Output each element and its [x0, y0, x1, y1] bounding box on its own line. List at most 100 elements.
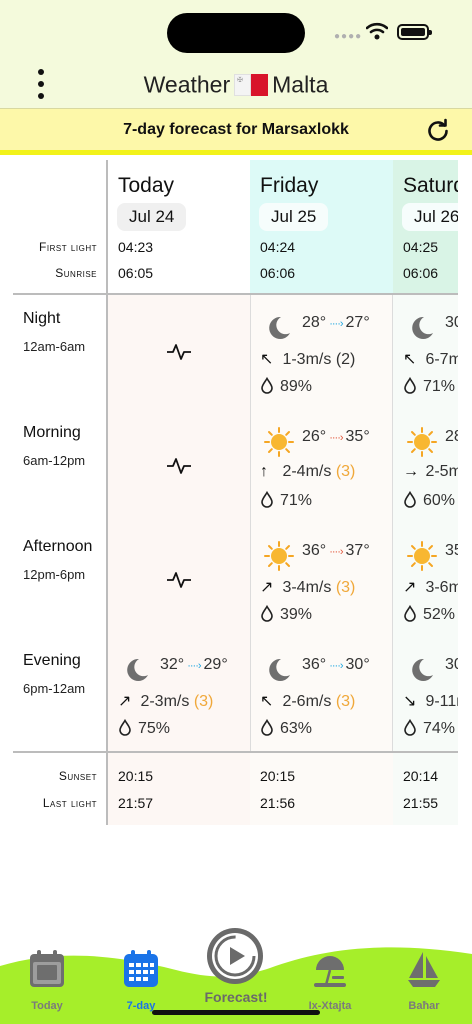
- status-bar: ●●●●: [0, 0, 472, 62]
- wind-speed: ↘ 9-11m: [403, 693, 458, 710]
- wind-gust: (3): [335, 693, 356, 710]
- wind-speed: → 2-5m: [403, 463, 458, 480]
- period-evening-range: 6pm-12am: [23, 681, 86, 696]
- period-afternoon-name: Afternoon: [23, 538, 93, 555]
- forecast-button-label[interactable]: Forecast!: [176, 989, 296, 1005]
- first-light-time: 04:24: [260, 239, 296, 255]
- moon-icon: [412, 658, 433, 681]
- day-header-saturday: Saturd Jul 26 04:25 06:06: [393, 160, 458, 294]
- wifi-icon: [366, 22, 388, 40]
- app-title-right: Malta: [272, 71, 329, 98]
- refresh-icon[interactable]: [424, 117, 452, 145]
- sunset-label: Sunset: [58, 769, 97, 783]
- trend-arrow-icon: ····›: [329, 660, 343, 672]
- day-column-today[interactable]: Today Jul 24 04:23 06:05 32° ····› 29° ↗ 2…: [108, 160, 250, 825]
- day-column-saturday[interactable]: Saturd Jul 26 04:25 06:06 30 ↖ 6-7m 71% …: [393, 160, 458, 825]
- calendar-week-icon: [124, 950, 158, 987]
- last-light-time: 21:57: [118, 795, 154, 811]
- temperature-range: 36° ····› 30°: [302, 656, 370, 673]
- forecast-cell-saturday-morning: 28 → 2-5m 60%: [393, 413, 458, 527]
- activity-icon: [167, 344, 191, 360]
- forecast-cell-friday-evening: 36° ····› 30° ↖ 2-6m/s (3) 63%: [250, 641, 393, 755]
- wind-speed: ↗ 2-3m/s (3): [118, 693, 214, 710]
- sunrise-label: Sunrise: [55, 266, 97, 280]
- wind-speed: ↖ 1-3m/s (2): [260, 351, 356, 368]
- moon-icon: [269, 658, 290, 681]
- rain-chance: 74%: [403, 719, 455, 738]
- drop-icon: [119, 719, 131, 736]
- beach-umbrella-icon: [314, 956, 346, 987]
- day-header-friday: Friday Jul 25 04:24 06:06: [250, 160, 393, 294]
- grid-divider: [392, 294, 393, 752]
- sun-icon: [264, 541, 294, 571]
- tab-bahar[interactable]: Baħar: [384, 950, 464, 1020]
- bottom-tab-bar: Today 7-day Forecast! Ix-Xtajta Baħar: [0, 920, 472, 1024]
- sunrise-time: 06:06: [260, 265, 296, 281]
- play-circle-icon[interactable]: [205, 926, 265, 986]
- wind-direction-icon: ↖: [403, 351, 417, 368]
- forecast-cell-friday-afternoon: 36° ····› 37° ↗ 3-4m/s (3) 39%: [250, 527, 393, 641]
- rain-chance: 39%: [260, 605, 312, 624]
- period-night-name: Night: [23, 310, 61, 327]
- forecast-cell-saturday-night: 30 ↖ 6-7m 71%: [393, 299, 458, 413]
- rain-chance: 71%: [403, 377, 455, 396]
- trend-arrow-icon: ····›: [329, 318, 343, 330]
- first-light-time: 04:23: [118, 239, 154, 255]
- wind-speed: ↖ 6-7m: [403, 351, 458, 368]
- sun-icon: [407, 541, 437, 571]
- sun-icon: [264, 427, 294, 457]
- first-light-time: 04:25: [403, 239, 439, 255]
- battery-icon: [397, 24, 432, 40]
- row-labels-column: First light Sunrise Night 12am-6am Morni…: [0, 160, 107, 825]
- rain-chance: 60%: [403, 491, 455, 510]
- tab-label: Today: [31, 1000, 63, 1012]
- rain-chance: 63%: [260, 719, 312, 738]
- forecast-grid: First light Sunrise Night 12am-6am Morni…: [0, 160, 458, 825]
- forecast-cell-saturday-afternoon: 35 ↗ 3-6m 52%: [393, 527, 458, 641]
- signal-dots-icon: ●●●●: [334, 31, 363, 42]
- rain-chance: 89%: [260, 377, 312, 396]
- rain-chance: 52%: [403, 605, 455, 624]
- period-morning-range: 6am-12pm: [23, 453, 86, 468]
- banner-underline: [0, 150, 472, 155]
- forecast-banner: 7-day forecast for Marsaxlokk: [0, 108, 472, 150]
- forecast-cell-today-evening: 32° ····› 29° ↗ 2-3m/s (3) 75%: [108, 641, 251, 755]
- sailboat-icon: [408, 952, 440, 987]
- drop-icon: [404, 605, 416, 622]
- grid-divider: [13, 751, 458, 753]
- banner-text: 7-day forecast for Marsaxlokk: [123, 121, 349, 138]
- app-header: Weather ✠ Malta: [0, 62, 472, 108]
- wind-direction-icon: ↑: [260, 463, 268, 480]
- wind-direction-icon: ↖: [260, 693, 274, 710]
- sunset-time: 20:15: [118, 768, 154, 784]
- trend-arrow-icon: ····›: [329, 546, 343, 558]
- activity-icon: [167, 572, 191, 588]
- wind-direction-icon: ↘: [403, 693, 417, 710]
- day-name: Today: [118, 174, 175, 197]
- calendar-day-icon: [30, 950, 64, 987]
- drop-icon: [261, 605, 273, 622]
- temperature-range: 26° ····› 35°: [302, 428, 370, 445]
- tab-label: Baħar: [408, 1000, 440, 1012]
- home-indicator: [152, 1010, 320, 1015]
- date-pill: Jul 24: [117, 203, 187, 231]
- trend-arrow-icon: ····›: [329, 432, 343, 444]
- temperature-range: 30: [445, 314, 458, 331]
- date-pill: Jul 26: [402, 203, 458, 231]
- period-evening-name: Evening: [23, 652, 81, 669]
- tab-today[interactable]: Today: [7, 950, 87, 1020]
- date-pill: Jul 25: [259, 203, 329, 231]
- day-name: Friday: [260, 174, 319, 197]
- temperature-range: 30: [445, 656, 458, 673]
- trend-arrow-icon: ····›: [187, 660, 201, 672]
- moon-icon: [412, 316, 433, 339]
- wind-speed: ↖ 2-6m/s (3): [260, 693, 356, 710]
- activity-icon: [167, 458, 191, 474]
- dynamic-island: [167, 13, 305, 53]
- day-column-friday[interactable]: Friday Jul 25 04:24 06:06 28° ····› 27° ↖ …: [250, 160, 393, 825]
- grid-divider: [13, 293, 458, 295]
- moon-icon: [127, 658, 148, 681]
- last-light-time: 21:56: [260, 795, 296, 811]
- drop-icon: [404, 377, 416, 394]
- malta-flag-icon: ✠: [234, 73, 269, 96]
